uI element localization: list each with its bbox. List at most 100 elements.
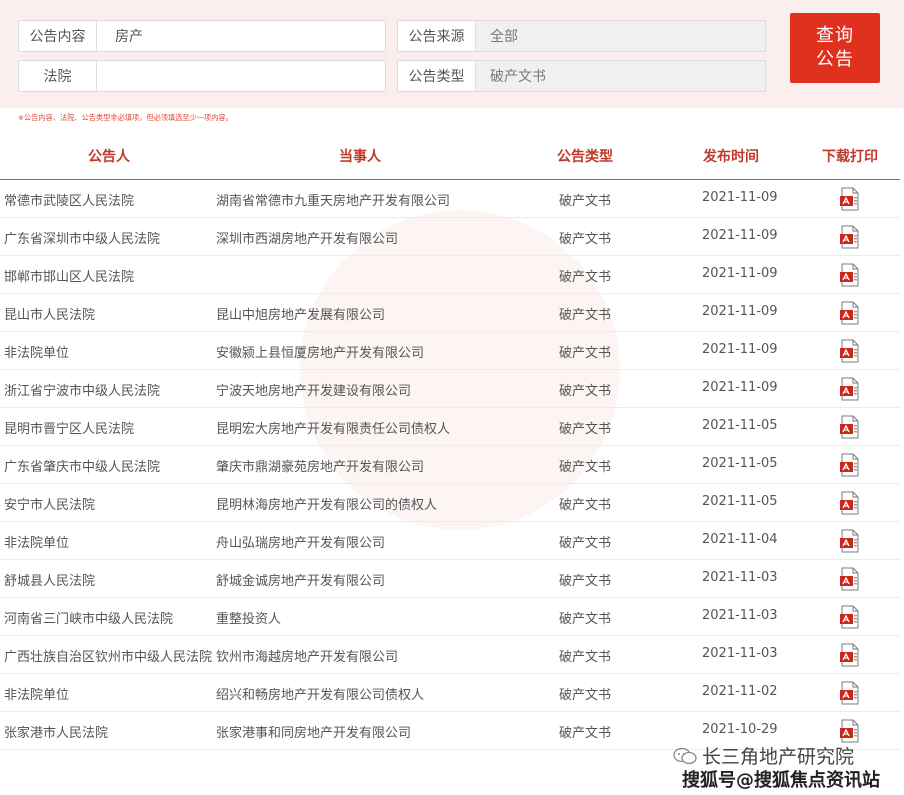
cell-type: 破产文书 <box>559 574 612 589</box>
cell-party: 宁波天地房地产开发建设有限公司 <box>216 384 412 399</box>
table-row[interactable]: 昆山市人民法院 昆山中旭房地产发展有限公司 破产文书 2021-11-09 <box>0 294 900 332</box>
table-row[interactable]: 安宁市人民法院 昆明林海房地产开发有限公司的债权人 破产文书 2021-11-0… <box>0 484 900 522</box>
type-select[interactable]: 公告类型 破产文书 <box>397 60 766 92</box>
pdf-icon[interactable] <box>839 491 861 515</box>
pdf-icon[interactable] <box>839 339 861 363</box>
query-button[interactable]: 查询 公告 <box>790 13 880 83</box>
pdf-icon[interactable] <box>839 567 861 591</box>
content-input[interactable] <box>115 28 385 44</box>
table-row[interactable]: 河南省三门峡市中级人民法院 重整投资人 破产文书 2021-11-03 <box>0 598 900 636</box>
pdf-icon[interactable] <box>839 643 861 667</box>
cell-date: 2021-11-02 <box>702 684 778 699</box>
cell-date: 2021-11-03 <box>702 608 778 623</box>
cell-date: 2021-11-03 <box>702 646 778 661</box>
table-row[interactable]: 广西壮族自治区钦州市中级人民法院 钦州市海越房地产开发有限公司 破产文书 202… <box>0 636 900 674</box>
cell-date: 2021-11-05 <box>702 456 778 471</box>
pdf-icon[interactable] <box>839 225 861 249</box>
pdf-icon[interactable] <box>839 263 861 287</box>
table-row[interactable]: 常德市武陵区人民法院 湖南省常德市九重天房地产开发有限公司 破产文书 2021-… <box>0 180 900 218</box>
table-row[interactable]: 非法院单位 绍兴和畅房地产开发有限公司债权人 破产文书 2021-11-02 <box>0 674 900 712</box>
cell-type: 破产文书 <box>559 422 612 437</box>
cell-party: 湖南省常德市九重天房地产开发有限公司 <box>216 194 451 209</box>
cell-date: 2021-11-03 <box>702 570 778 585</box>
cell-publisher: 广东省深圳市中级人民法院 <box>4 232 161 247</box>
pdf-icon[interactable] <box>839 301 861 325</box>
cell-party: 重整投资人 <box>216 612 282 627</box>
cell-date: 2021-11-09 <box>702 266 778 281</box>
pdf-icon[interactable] <box>839 453 861 477</box>
cell-type: 破产文书 <box>559 498 612 513</box>
type-value[interactable]: 破产文书 <box>476 61 765 91</box>
header-party: 当事人 <box>339 149 381 165</box>
cell-publisher: 非法院单位 <box>4 688 70 703</box>
header-date: 发布时间 <box>703 149 759 165</box>
pdf-icon[interactable] <box>839 681 861 705</box>
source-value[interactable]: 全部 <box>476 21 765 51</box>
cell-publisher: 昆明市晋宁区人民法院 <box>4 422 135 437</box>
cell-party: 肇庆市鼎湖豪苑房地产开发有限公司 <box>216 460 425 475</box>
header-type: 公告类型 <box>557 149 613 165</box>
cell-party: 昆明宏大房地产开发有限责任公司债权人 <box>216 422 451 437</box>
cell-date: 2021-11-09 <box>702 304 778 319</box>
content-field[interactable]: 公告内容 <box>18 20 386 52</box>
brand-name: 长三角地产研究院 <box>702 746 855 768</box>
cell-date: 2021-11-09 <box>702 342 778 357</box>
table-row[interactable]: 非法院单位 舟山弘瑞房地产开发有限公司 破产文书 2021-11-04 <box>0 522 900 560</box>
cell-date: 2021-11-09 <box>702 190 778 205</box>
table-row[interactable]: 非法院单位 安徽颍上县恒厦房地产开发有限公司 破产文书 2021-11-09 <box>0 332 900 370</box>
pdf-icon[interactable] <box>839 415 861 439</box>
cell-type: 破产文书 <box>559 232 612 247</box>
wechat-icon <box>673 747 697 765</box>
cell-publisher: 张家港市人民法院 <box>4 726 109 741</box>
cell-publisher: 邯郸市邯山区人民法院 <box>4 270 135 285</box>
source-label: 公告来源 <box>398 21 476 51</box>
cell-date: 2021-11-05 <box>702 494 778 509</box>
cell-publisher: 非法院单位 <box>4 346 70 361</box>
cell-type: 破产文书 <box>559 346 612 361</box>
cell-date: 2021-11-05 <box>702 418 778 433</box>
table-row[interactable]: 邯郸市邯山区人民法院 破产文书 2021-11-09 <box>0 256 900 294</box>
table-row[interactable]: 昆明市晋宁区人民法院 昆明宏大房地产开发有限责任公司债权人 破产文书 2021-… <box>0 408 900 446</box>
header-download: 下载打印 <box>822 149 878 165</box>
cell-type: 破产文书 <box>559 726 612 741</box>
cell-type: 破产文书 <box>559 194 612 209</box>
search-hint: ※公告内容、法院、公告类型非必填项，但必须填选至少一项内容。 <box>18 113 233 122</box>
court-field[interactable]: 法院 <box>18 60 386 92</box>
cell-publisher: 非法院单位 <box>4 536 70 551</box>
cell-type: 破产文书 <box>559 270 612 285</box>
cell-type: 破产文书 <box>559 650 612 665</box>
court-input[interactable] <box>115 68 385 84</box>
table-row[interactable]: 广东省深圳市中级人民法院 深圳市西湖房地产开发有限公司 破产文书 2021-11… <box>0 218 900 256</box>
cell-publisher: 广西壮族自治区钦州市中级人民法院 <box>4 650 212 665</box>
query-button-line1: 查询 <box>816 25 854 46</box>
announcement-table: 常德市武陵区人民法院 湖南省常德市九重天房地产开发有限公司 破产文书 2021-… <box>0 180 900 750</box>
table-row[interactable]: 舒城县人民法院 舒城金诚房地产开发有限公司 破产文书 2021-11-03 <box>0 560 900 598</box>
table-header: 公告人 当事人 公告类型 发布时间 下载打印 <box>0 134 900 180</box>
cell-party: 安徽颍上县恒厦房地产开发有限公司 <box>216 346 425 361</box>
cell-party: 绍兴和畅房地产开发有限公司债权人 <box>216 688 425 703</box>
court-input-wrap[interactable] <box>97 61 385 91</box>
cell-publisher: 昆山市人民法院 <box>4 308 96 323</box>
cell-date: 2021-11-09 <box>702 380 778 395</box>
cell-party: 钦州市海越房地产开发有限公司 <box>216 650 399 665</box>
cell-party: 舒城金诚房地产开发有限公司 <box>216 574 386 589</box>
type-label: 公告类型 <box>398 61 476 91</box>
source-select[interactable]: 公告来源 全部 <box>397 20 766 52</box>
pdf-icon[interactable] <box>839 605 861 629</box>
cell-party: 深圳市西湖房地产开发有限公司 <box>216 232 399 247</box>
cell-date: 2021-11-04 <box>702 532 778 547</box>
pdf-icon[interactable] <box>839 377 861 401</box>
cell-type: 破产文书 <box>559 536 612 551</box>
content-input-wrap[interactable] <box>97 21 385 51</box>
court-label: 法院 <box>19 61 97 91</box>
query-button-line2: 公告 <box>816 49 854 70</box>
pdf-icon[interactable] <box>839 529 861 553</box>
table-row[interactable]: 浙江省宁波市中级人民法院 宁波天地房地产开发建设有限公司 破产文书 2021-1… <box>0 370 900 408</box>
cell-type: 破产文书 <box>559 460 612 475</box>
cell-party: 张家港事和同房地产开发有限公司 <box>216 726 412 741</box>
pdf-icon[interactable] <box>839 187 861 211</box>
table-row[interactable]: 广东省肇庆市中级人民法院 肇庆市鼎湖豪苑房地产开发有限公司 破产文书 2021-… <box>0 446 900 484</box>
cell-party: 舟山弘瑞房地产开发有限公司 <box>216 536 386 551</box>
cell-type: 破产文书 <box>559 612 612 627</box>
search-panel: 公告内容 法院 公告来源 全部 公告类型 破产文书 查询 公告 <box>0 0 904 108</box>
